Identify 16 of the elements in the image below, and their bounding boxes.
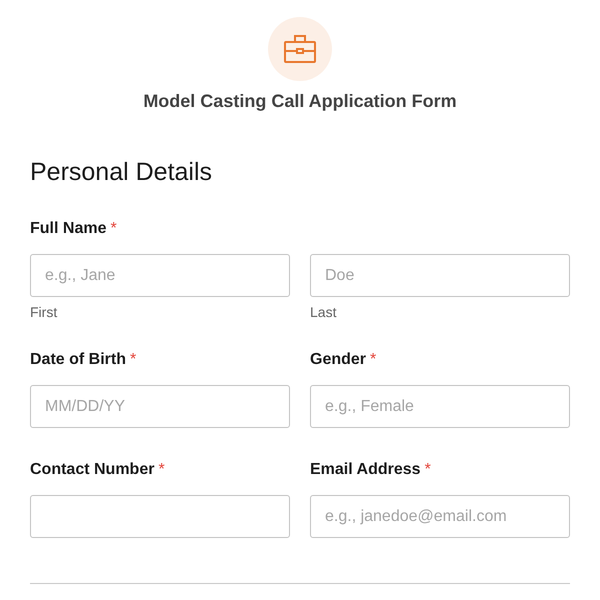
field-label: Contact Number *	[30, 460, 166, 480]
input-field[interactable]: e.g., janedoe@email.com	[310, 495, 570, 538]
field-label: Date of Birth *	[30, 350, 138, 370]
input-field[interactable]: MM/DD/YY	[30, 385, 290, 428]
section-heading: Personal Details	[30, 157, 214, 187]
input-field[interactable]: e.g., Female	[310, 385, 570, 428]
field-label: Email Address *	[310, 460, 432, 480]
input-field[interactable]	[30, 495, 290, 538]
sub-label: First	[30, 304, 58, 320]
field-label: Gender *	[310, 350, 378, 370]
form-title: Model Casting Call Application Form	[143, 91, 457, 112]
sub-label: Last	[310, 304, 338, 320]
input-field[interactable]: Doe	[310, 254, 570, 297]
field-label: Full Name *	[30, 219, 118, 239]
briefcase-icon	[284, 35, 316, 63]
input-field[interactable]: e.g., Jane	[30, 254, 290, 297]
